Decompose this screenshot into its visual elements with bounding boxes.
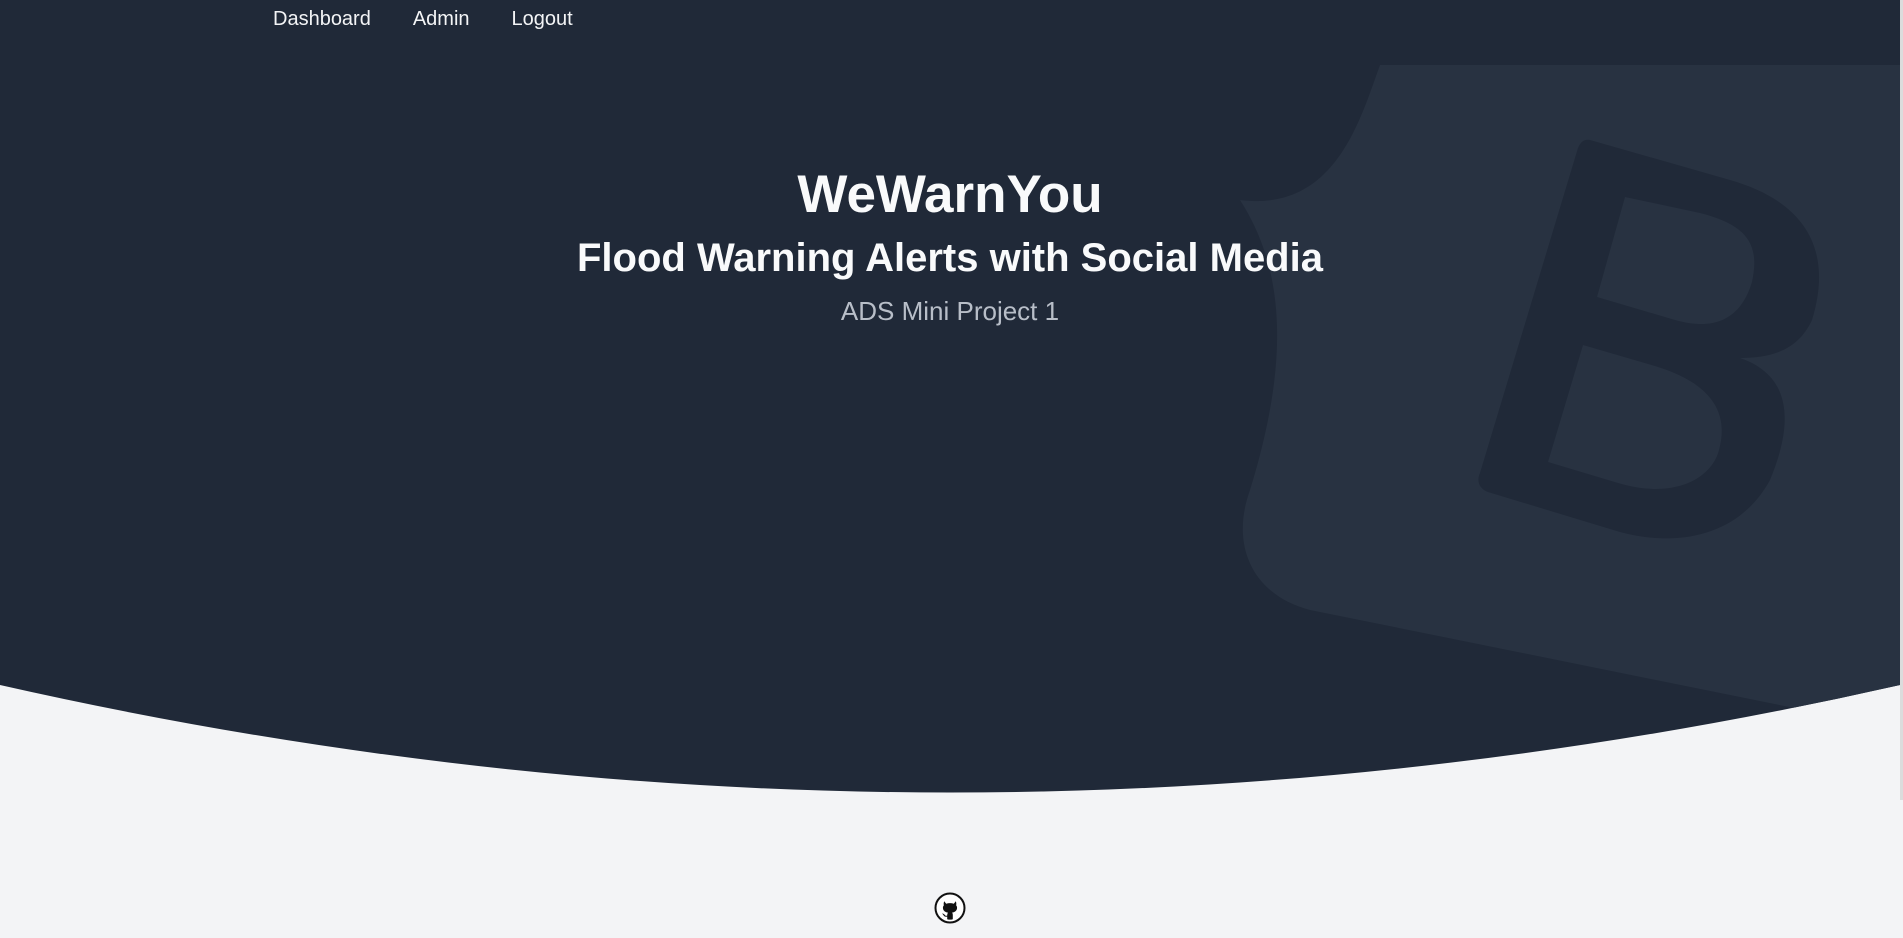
footer xyxy=(0,892,1900,929)
hero-section: Dashboard Admin Logout WeWarnYou Flood W… xyxy=(0,0,1903,800)
project-tagline: ADS Mini Project 1 xyxy=(840,296,1060,326)
hero-text: WeWarnYou Flood Warning Alerts with Soci… xyxy=(0,160,1900,329)
page-title: WeWarnYou xyxy=(797,165,1103,224)
page-subtitle: Flood Warning Alerts with Social Media xyxy=(577,236,1323,280)
github-link[interactable] xyxy=(934,892,966,924)
github-icon xyxy=(934,892,966,924)
hero-background xyxy=(0,0,1900,793)
nav-logout-link[interactable]: Logout xyxy=(512,4,573,34)
top-nav: Dashboard Admin Logout xyxy=(273,4,573,34)
landing-page: Dashboard Admin Logout WeWarnYou Flood W… xyxy=(0,0,1903,938)
nav-dashboard-link[interactable]: Dashboard xyxy=(273,4,371,34)
nav-admin-link[interactable]: Admin xyxy=(413,4,470,34)
